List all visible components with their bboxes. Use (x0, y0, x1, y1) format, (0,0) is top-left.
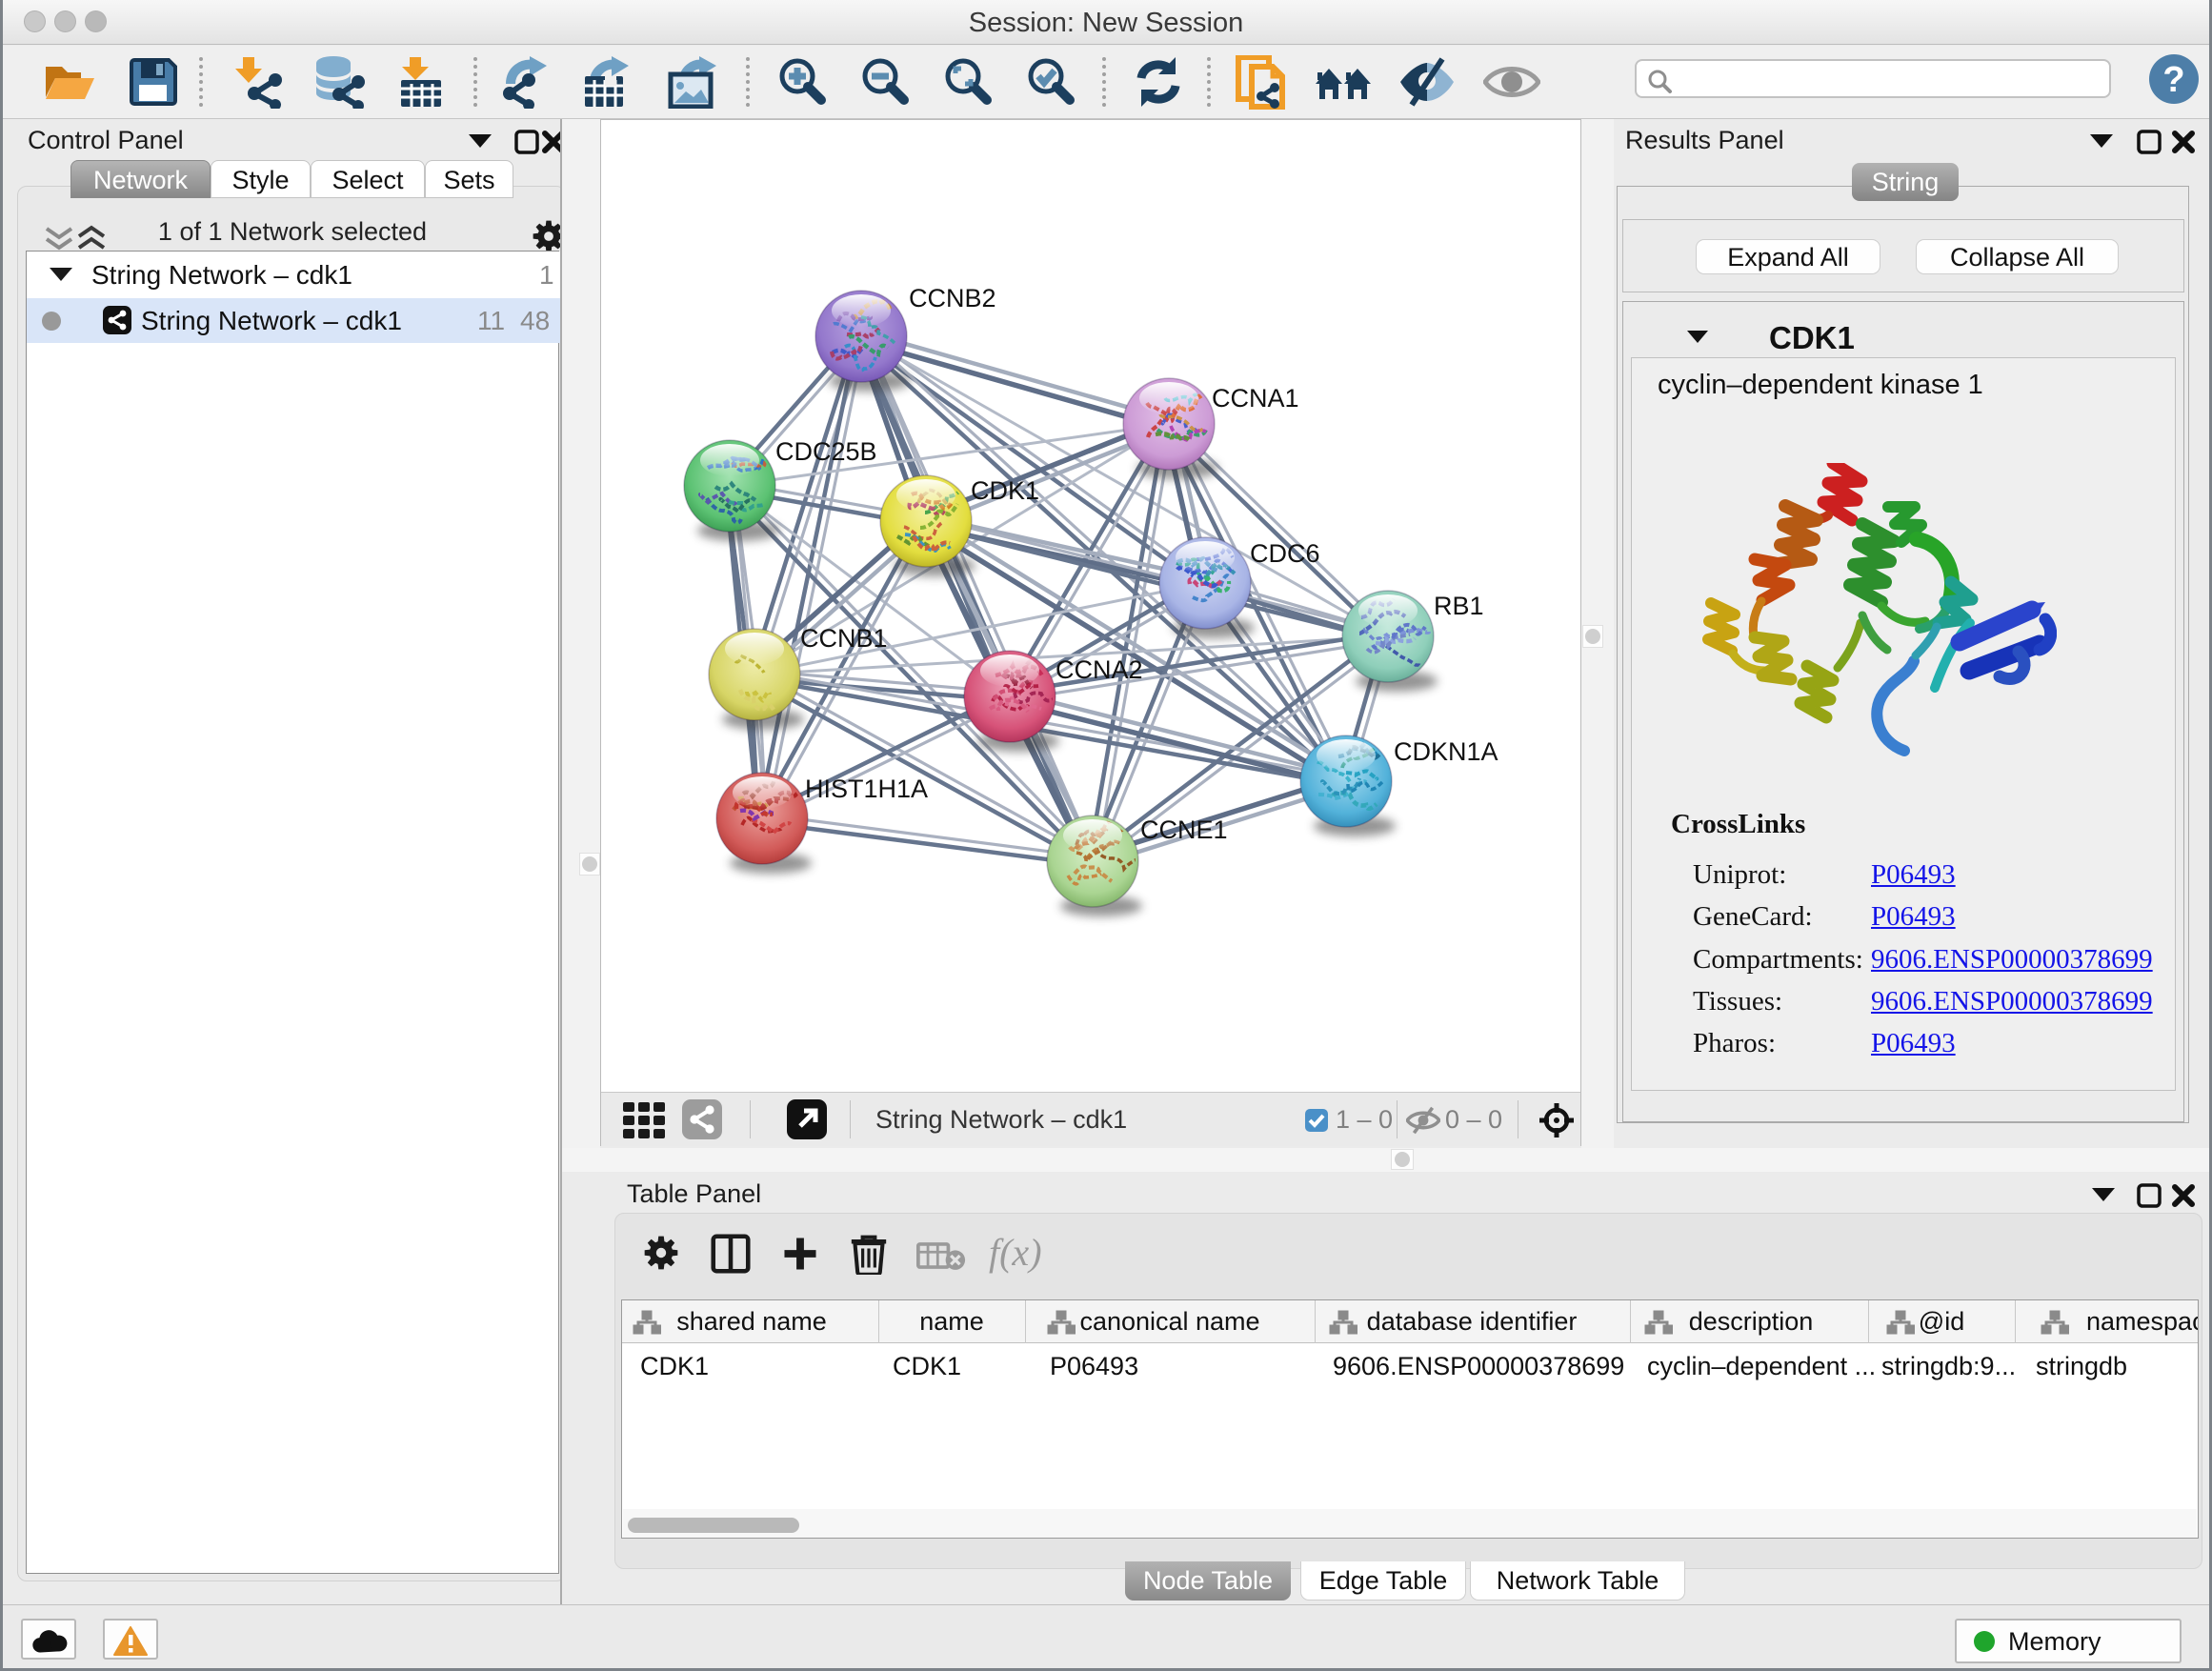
svg-text:CDC6: CDC6 (1250, 539, 1320, 568)
svg-text:CCNB1: CCNB1 (800, 624, 888, 653)
svg-text:CCNE1: CCNE1 (1140, 815, 1228, 844)
svg-text:CCNB2: CCNB2 (909, 284, 996, 312)
svg-text:CDKN1A: CDKN1A (1394, 737, 1498, 766)
svg-text:HIST1H1A: HIST1H1A (805, 775, 928, 803)
svg-text:CCNA2: CCNA2 (1056, 655, 1143, 684)
svg-text:RB1: RB1 (1434, 592, 1484, 620)
svg-text:CDK1: CDK1 (971, 476, 1039, 505)
svg-text:CCNA1: CCNA1 (1212, 384, 1299, 413)
svg-text:CDC25B: CDC25B (775, 437, 877, 466)
svg-text:?: ? (2162, 60, 2184, 100)
